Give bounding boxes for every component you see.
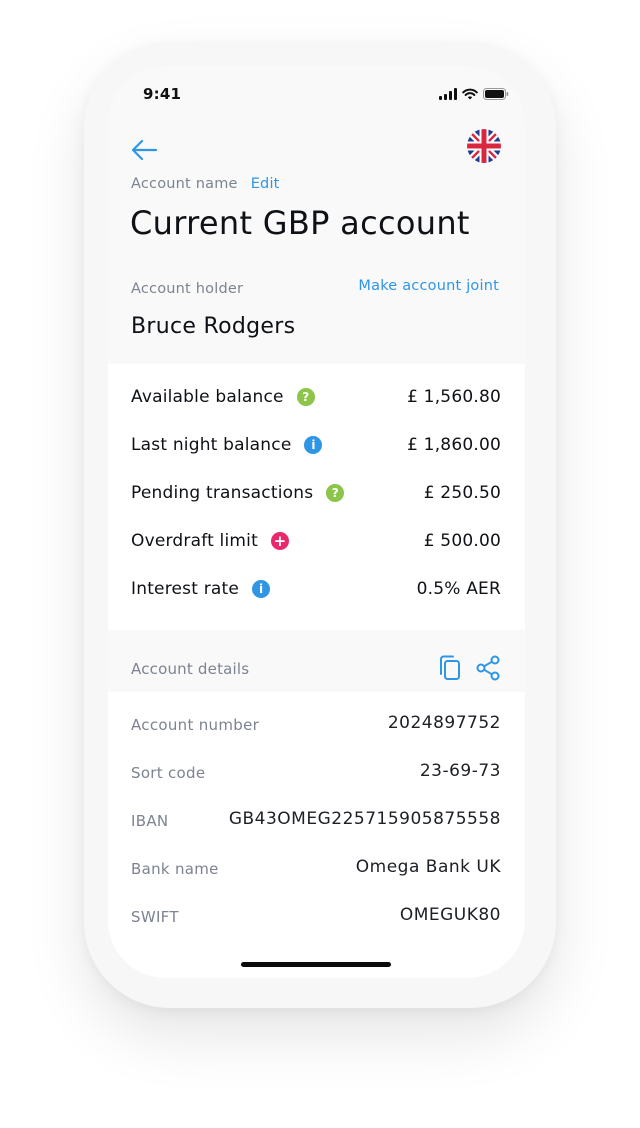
detail-value: 23-69-73 — [419, 761, 501, 781]
detail-label: SWIFT — [131, 908, 179, 926]
account-details-card: Account number 2024897752 Sort code 23-6… — [108, 692, 525, 978]
info-icon[interactable]: i — [304, 436, 323, 454]
balance-row-interest: Interest rate i 0.5% AER — [131, 574, 501, 604]
uk-flag-icon — [467, 129, 501, 163]
balance-value: £ 250.50 — [423, 483, 501, 503]
balance-label: Available balance — [131, 387, 284, 407]
home-indicator[interactable] — [241, 962, 391, 967]
account-name-row: Account name Edit — [131, 176, 280, 192]
currency-flag-button[interactable] — [467, 129, 501, 163]
share-icon — [476, 655, 500, 681]
account-name-label: Account name — [131, 176, 238, 192]
edit-account-name-link[interactable]: Edit — [251, 176, 280, 192]
detail-label: Account number — [131, 716, 260, 734]
page-title: Current GBP account — [130, 204, 470, 242]
balance-label: Last night balance — [131, 435, 292, 455]
signal-icon — [439, 88, 457, 100]
share-details-button[interactable] — [475, 655, 501, 685]
account-details-label: Account details — [131, 660, 250, 678]
detail-label: IBAN — [131, 812, 169, 830]
plus-icon[interactable]: + — [270, 532, 289, 550]
status-icons — [439, 88, 509, 100]
back-button[interactable] — [128, 136, 160, 164]
detail-row-account-number: Account number 2024897752 — [131, 712, 501, 738]
detail-row-iban: IBAN GB43OMEG225715905875558 — [131, 808, 501, 834]
balance-value: £ 1,860.00 — [407, 435, 501, 455]
balance-label: Pending transactions — [131, 483, 314, 503]
phone-frame: 9:41 Account name Edit Current GBP accou… — [84, 42, 556, 1008]
balance-label: Interest rate — [131, 579, 240, 599]
copy-details-button[interactable] — [438, 654, 462, 686]
arrow-left-icon — [131, 139, 158, 161]
detail-label: Bank name — [131, 860, 219, 878]
detail-row-sort-code: Sort code 23-69-73 — [131, 760, 501, 786]
status-bar: 9:41 — [108, 66, 525, 126]
copy-icon — [440, 655, 460, 680]
balance-value: £ 1,560.80 — [407, 387, 501, 407]
detail-value: Omega Bank UK — [355, 857, 501, 877]
account-holder-label: Account holder — [131, 281, 244, 297]
detail-value: 2024897752 — [387, 713, 501, 733]
balance-row-overdraft: Overdraft limit + £ 500.00 — [131, 526, 501, 556]
balance-label: Overdraft limit — [131, 531, 258, 551]
detail-row-swift: SWIFT OMEGUK80 — [131, 904, 501, 930]
help-icon[interactable]: ? — [296, 388, 315, 406]
balance-value: 0.5% AER — [416, 579, 501, 599]
wifi-icon — [462, 88, 478, 100]
detail-value: GB43OMEG225715905875558 — [228, 809, 501, 829]
detail-value: OMEGUK80 — [399, 905, 501, 925]
app-screen: 9:41 Account name Edit Current GBP accou… — [108, 66, 525, 978]
account-holder-row: Account holder Make account joint — [131, 278, 499, 297]
account-details-header: Account details — [108, 630, 525, 692]
battery-icon — [483, 88, 509, 100]
balances-card: Available balance ? £ 1,560.80 Last nigh… — [108, 364, 525, 630]
help-icon[interactable]: ? — [326, 484, 345, 502]
make-account-joint-link[interactable]: Make account joint — [358, 278, 499, 294]
balance-value: £ 500.00 — [423, 531, 501, 551]
detail-label: Sort code — [131, 764, 206, 782]
balance-row-last-night: Last night balance i £ 1,860.00 — [131, 430, 501, 460]
detail-row-bank-name: Bank name Omega Bank UK — [131, 856, 501, 882]
status-time: 9:41 — [143, 85, 182, 103]
account-holder-name: Bruce Rodgers — [131, 314, 296, 339]
balance-row-available: Available balance ? £ 1,560.80 — [131, 382, 501, 412]
balance-row-pending: Pending transactions ? £ 250.50 — [131, 478, 501, 508]
info-icon[interactable]: i — [252, 580, 271, 598]
